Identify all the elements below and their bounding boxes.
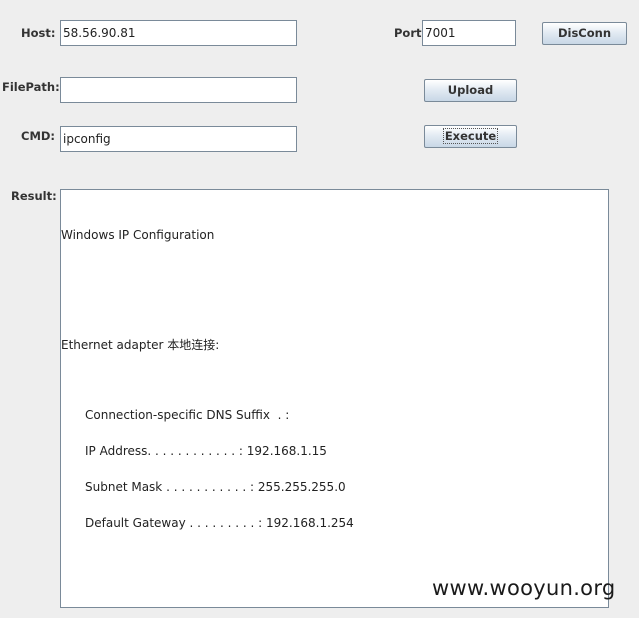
result-line: Connection-specific DNS Suffix . : <box>85 408 290 422</box>
filepath-label: FilePath: <box>2 80 60 94</box>
execute-button-label: Execute <box>442 128 499 144</box>
result-line: IP Address. . . . . . . . . . . . : 192.… <box>85 444 327 458</box>
disconnect-button-label: DisConn <box>557 26 612 40</box>
cmd-input[interactable]: ipconfig <box>60 126 297 152</box>
result-line: Windows IP Configuration <box>61 228 215 242</box>
result-label: Result: <box>11 189 57 203</box>
execute-button[interactable]: Execute <box>424 125 517 148</box>
upload-button-label: Upload <box>447 83 494 97</box>
result-line: Ethernet adapter 本地连接: <box>61 338 220 352</box>
watermark-text: www.wooyun.org <box>432 576 616 600</box>
cmd-label: CMD: <box>21 129 56 143</box>
host-label: Host: <box>21 26 56 40</box>
app-window: Host: 58.56.90.81 Port: 7001 DisConn Fil… <box>0 0 639 618</box>
host-input[interactable]: 58.56.90.81 <box>60 20 297 46</box>
result-textarea[interactable]: Windows IP Configuration Ethernet adapte… <box>60 189 609 608</box>
upload-button[interactable]: Upload <box>424 79 517 102</box>
disconnect-button[interactable]: DisConn <box>542 22 627 45</box>
port-input[interactable]: 7001 <box>422 20 516 46</box>
result-line: Subnet Mask . . . . . . . . . . . : 255.… <box>85 480 346 494</box>
result-line: Default Gateway . . . . . . . . . : 192.… <box>85 516 354 530</box>
filepath-input[interactable] <box>60 77 297 103</box>
